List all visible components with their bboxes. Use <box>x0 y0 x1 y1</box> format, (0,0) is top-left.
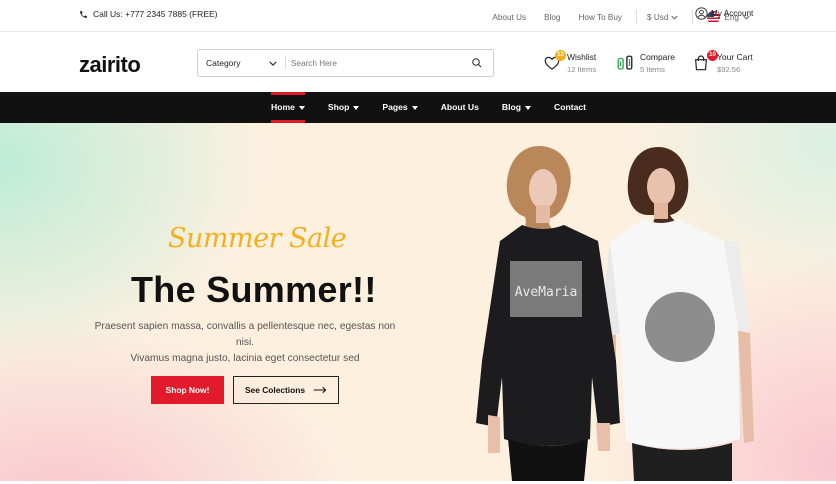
nav-item-home[interactable]: Home <box>271 92 305 123</box>
wishlist-icon-wrap: 12 <box>543 50 566 72</box>
chevron-down-icon <box>269 60 277 66</box>
see-collections-button[interactable]: See Colections <box>233 376 339 404</box>
hero-script-title: Summer Sale <box>168 223 347 254</box>
nav-label: Home <box>271 102 295 112</box>
my-account-link[interactable]: My Account <box>695 7 753 20</box>
nav-item-blog[interactable]: Blog <box>502 92 531 123</box>
wishlist-count: 12 Items <box>567 65 597 74</box>
chevron-down-icon <box>671 15 679 20</box>
site-logo[interactable]: zairito <box>79 52 141 78</box>
wishlist-link[interactable]: 12 Wishlist 12 Items <box>543 50 597 74</box>
arrow-right-icon <box>313 386 327 394</box>
category-label: Category <box>206 58 241 68</box>
hero-description-line: Praesent sapien massa, convallis a pelle… <box>94 321 396 348</box>
logo-text: zairito <box>79 52 141 77</box>
nav-label: About Us <box>440 102 479 112</box>
account-label: My Account <box>711 9 754 18</box>
compare-icon <box>617 55 633 70</box>
compare-link[interactable]: Compare 5 Items <box>616 52 675 74</box>
nav-item-shop[interactable]: Shop <box>327 92 360 123</box>
model-white-tshirt <box>600 147 754 481</box>
phone-icon <box>80 10 87 18</box>
search-input[interactable] <box>291 58 461 68</box>
cart-label: Your Cart <box>717 52 753 62</box>
caret-down-icon <box>411 105 418 110</box>
nav-label: Pages <box>382 102 408 112</box>
hero-title: The Summer!! <box>131 269 377 310</box>
see-collections-label: See Colections <box>244 385 306 395</box>
hero-models-image: AveMaria <box>476 146 754 481</box>
divider <box>636 10 638 24</box>
hero-banner: Summer Sale The Summer!! Praesent sapien… <box>0 123 836 481</box>
currency-label: $ Usd <box>647 12 669 22</box>
call-info: Call Us: +777 2345 7885 (FREE) <box>79 9 218 19</box>
top-bar: Call Us: +777 2345 7885 (FREE) About Us … <box>0 0 836 32</box>
shirt-print-text: AveMaria <box>515 285 578 300</box>
caret-down-icon <box>525 105 531 110</box>
nav-label: Contact <box>554 102 586 112</box>
search-bar: Category <box>197 49 494 77</box>
wishlist-label: Wishlist <box>567 52 597 62</box>
cart-total: $92.56 <box>717 65 741 74</box>
caret-down-icon <box>353 105 360 110</box>
nav-label: Blog <box>501 102 521 112</box>
nav-label: Shop <box>327 102 350 112</box>
nav-item-contact[interactable]: Contact <box>554 92 586 123</box>
divider <box>692 10 694 24</box>
compare-icon-wrap <box>616 54 634 72</box>
hero-description: Praesent sapien massa, convallis a pelle… <box>86 319 404 367</box>
cart-badge: 10 <box>707 50 718 61</box>
model-black-sweater: AveMaria <box>476 146 620 481</box>
compare-label: Compare <box>640 52 675 62</box>
cart-link[interactable]: 10 Your Cart $92.56 <box>693 50 753 74</box>
call-text: Call Us: +777 2345 7885 (FREE) <box>93 9 218 19</box>
wishlist-badge: 12 <box>555 50 566 61</box>
top-link-about[interactable]: About Us <box>492 13 526 22</box>
shop-now-button[interactable]: Shop Now! <box>151 376 224 404</box>
nav-item-pages[interactable]: Pages <box>382 92 418 123</box>
top-link-blog[interactable]: Blog <box>544 13 560 22</box>
hero-description-line: Vivamus magna justo, lacinia eget consec… <box>130 353 360 364</box>
user-icon <box>695 7 708 20</box>
nav-item-about-us[interactable]: About Us <box>441 92 479 123</box>
cart-icon-wrap: 10 <box>693 50 718 72</box>
main-nav: Home Shop Pages About Us Blog Contact <box>0 92 836 123</box>
compare-count: 5 Items <box>640 65 665 74</box>
header: zairito Category 12 Wishlist 12 Items Co… <box>0 33 836 92</box>
category-select[interactable]: Category <box>198 56 286 70</box>
search-icon[interactable] <box>471 57 483 69</box>
caret-down-icon <box>298 105 305 110</box>
currency-select[interactable]: $ Usd <box>647 12 679 22</box>
top-link-how-to-buy[interactable]: How To Buy <box>578 13 622 22</box>
